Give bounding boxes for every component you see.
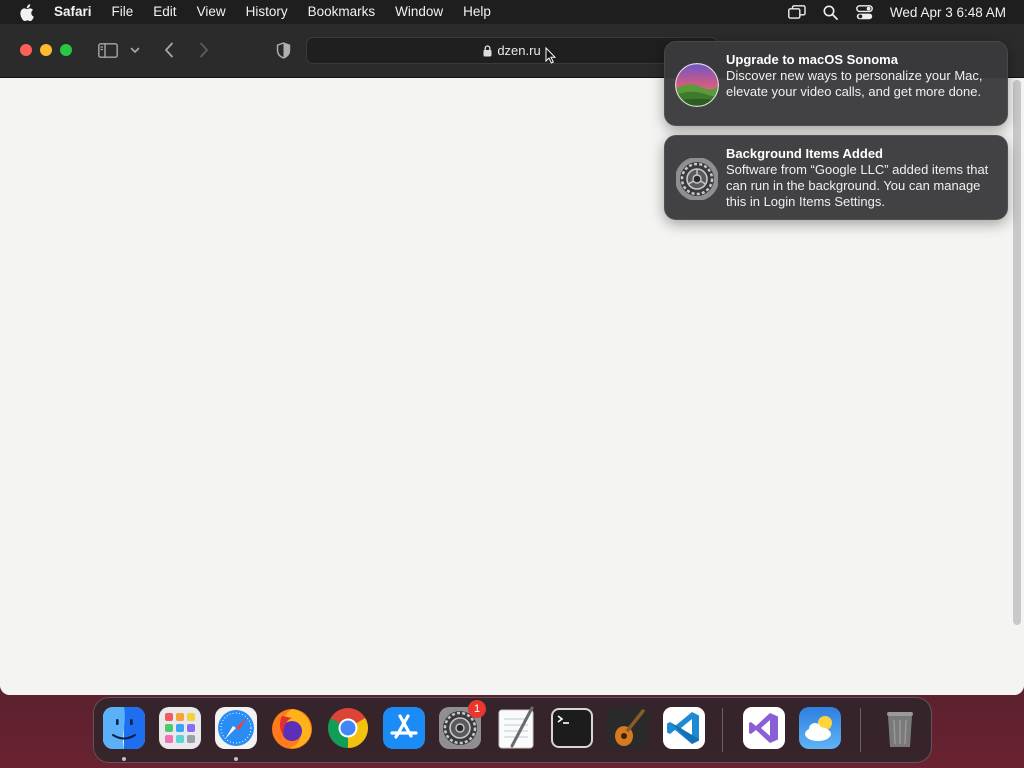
- window-zoom-button[interactable]: [60, 44, 72, 56]
- control-center-icon[interactable]: [854, 1, 876, 23]
- notification-body: Software from “Google LLC” added items t…: [726, 162, 989, 209]
- lock-icon: [483, 44, 492, 57]
- macos-sonoma-icon: [675, 63, 719, 107]
- back-icon[interactable]: [160, 39, 178, 61]
- system-settings-gear-icon: [675, 157, 719, 201]
- launchpad-icon[interactable]: [157, 705, 203, 751]
- menu-bar-clock[interactable]: Wed Apr 3 6:48 AM: [890, 5, 1006, 20]
- address-bar[interactable]: dzen.ru: [306, 37, 718, 64]
- mouse-pointer-icon: [545, 46, 557, 69]
- system-settings-icon[interactable]: 1: [437, 700, 486, 751]
- textedit-icon[interactable]: [493, 705, 539, 751]
- weather-icon[interactable]: [797, 705, 843, 751]
- status-area: Wed Apr 3 6:48 AM: [780, 0, 1024, 24]
- window-close-button[interactable]: [20, 44, 32, 56]
- scrollbar-thumb[interactable]: [1013, 80, 1021, 625]
- menu-view[interactable]: View: [187, 0, 236, 24]
- forward-icon[interactable]: [195, 39, 213, 61]
- notification-background-items[interactable]: Background Items Added Software from “Go…: [664, 135, 1008, 220]
- apple-menu-icon[interactable]: [16, 2, 36, 22]
- safari-icon[interactable]: [213, 705, 259, 751]
- screen-mirroring-icon[interactable]: [786, 1, 808, 23]
- firefox-icon[interactable]: [269, 705, 315, 751]
- dock: 1: [93, 697, 932, 763]
- chrome-icon[interactable]: [325, 705, 371, 751]
- menu-history[interactable]: History: [236, 0, 298, 24]
- menu-help[interactable]: Help: [453, 0, 501, 24]
- menu-app-safari[interactable]: Safari: [44, 0, 102, 24]
- page-scrollbar[interactable]: [1012, 80, 1022, 650]
- window-minimize-button[interactable]: [40, 44, 52, 56]
- menu-edit[interactable]: Edit: [143, 0, 186, 24]
- vscode-icon[interactable]: [661, 705, 707, 751]
- dock-separator: [860, 708, 861, 752]
- notification-title: Background Items Added: [726, 146, 883, 161]
- terminal-icon[interactable]: [549, 705, 595, 751]
- garageband-icon[interactable]: [605, 705, 651, 751]
- running-indicator: [234, 757, 238, 761]
- menu-bookmarks[interactable]: Bookmarks: [298, 0, 386, 24]
- app-store-icon[interactable]: [381, 705, 427, 751]
- menu-bar: Safari File Edit View History Bookmarks …: [0, 0, 1024, 24]
- chevron-down-icon[interactable]: [128, 39, 142, 61]
- notification-title: Upgrade to macOS Sonoma: [726, 52, 898, 67]
- address-text: dzen.ru: [497, 43, 541, 58]
- privacy-shield-icon[interactable]: [273, 39, 293, 61]
- visual-studio-icon[interactable]: [741, 705, 787, 751]
- trash-icon[interactable]: [877, 705, 923, 751]
- sidebar-toggle-icon[interactable]: [96, 39, 120, 61]
- finder-icon[interactable]: [101, 705, 147, 751]
- notification-sonoma-upgrade[interactable]: Upgrade to macOS Sonoma Discover new way…: [664, 41, 1008, 126]
- running-indicator: [122, 757, 126, 761]
- notification-body: Discover new ways to personalize your Ma…: [726, 68, 983, 99]
- dock-separator: [722, 708, 723, 752]
- menu-window[interactable]: Window: [385, 0, 453, 24]
- spotlight-search-icon[interactable]: [820, 1, 842, 23]
- notification-badge: 1: [468, 700, 486, 718]
- menu-file[interactable]: File: [102, 0, 144, 24]
